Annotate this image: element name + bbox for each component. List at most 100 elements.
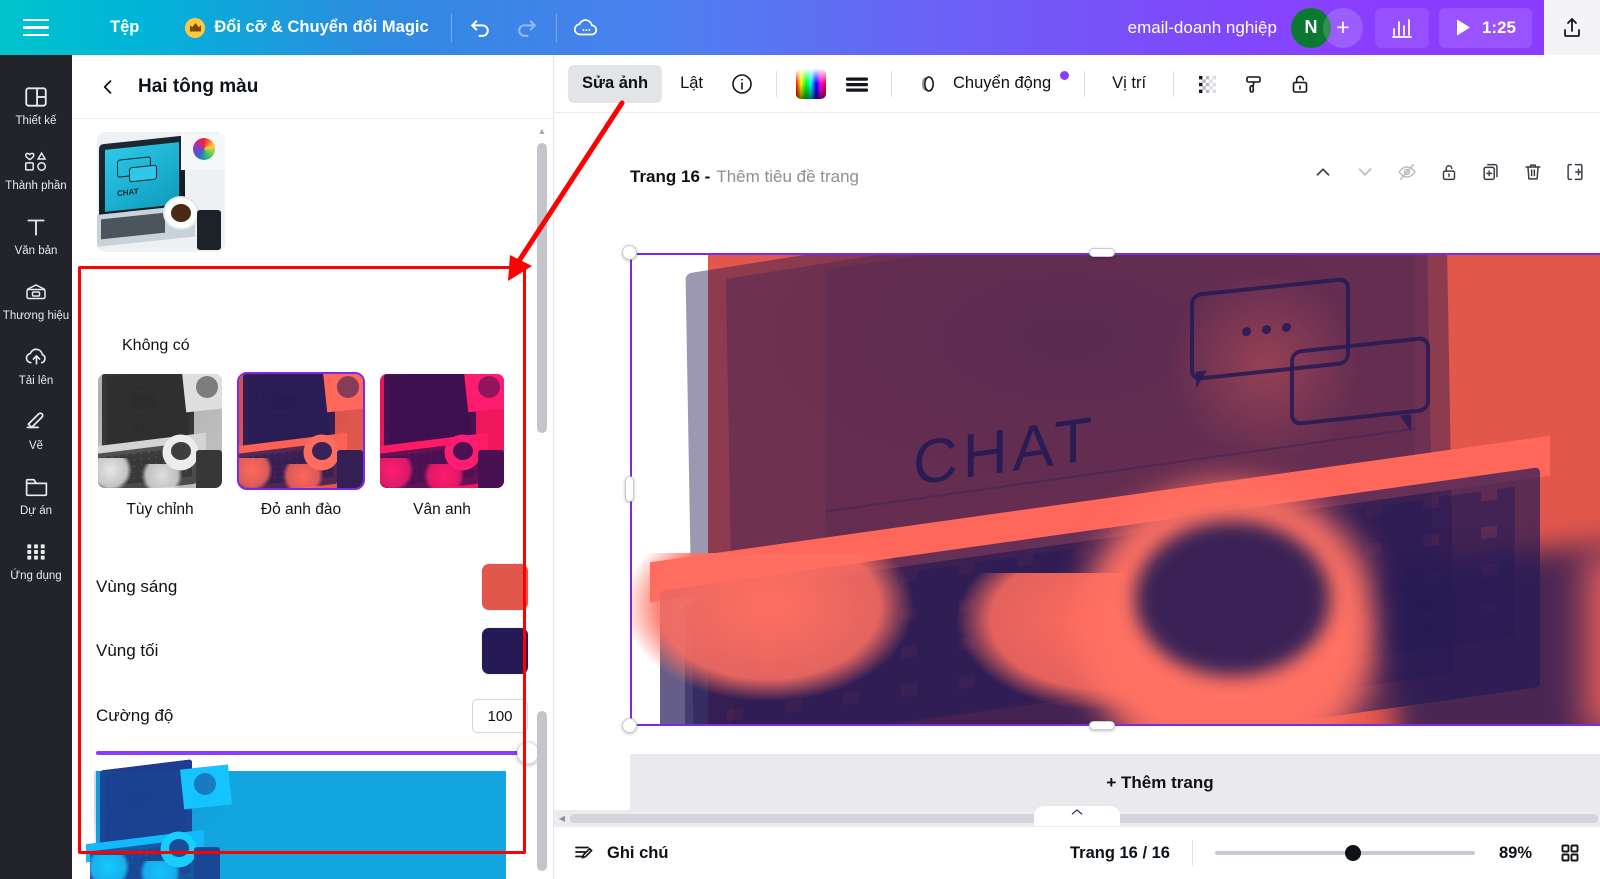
trash-icon[interactable] bbox=[1520, 159, 1546, 185]
highlight-color-swatch[interactable] bbox=[482, 564, 528, 610]
main-area: Sửa ảnh Lật Chuyển động Vị trí Trang 16 … bbox=[554, 55, 1600, 879]
flip-button[interactable]: Lật bbox=[666, 65, 717, 103]
panel-title: Hai tông màu bbox=[138, 75, 259, 97]
intensity-label: Cường độ bbox=[96, 706, 174, 725]
zoom-knob[interactable] bbox=[1344, 845, 1361, 861]
canvas-zone: Trang 16 - Thêm tiêu đề trang CHAT + Thê… bbox=[554, 113, 1600, 826]
sidebar-item-uploads[interactable]: Tải lên bbox=[2, 333, 70, 398]
sidebar-item-label: Thành phần bbox=[5, 180, 67, 192]
divider bbox=[555, 13, 557, 42]
zoom-slider[interactable] bbox=[1214, 843, 1475, 863]
resize-handle-top[interactable] bbox=[1089, 248, 1115, 257]
play-icon bbox=[1456, 19, 1470, 36]
duotone-preset-row: CHAT Tùy chỉnh CHAT Đỏ anh đào CHAT Vân … bbox=[96, 372, 506, 519]
sidebar-item-label: Vẽ bbox=[28, 440, 44, 452]
zoom-level[interactable]: 89% bbox=[1499, 844, 1532, 863]
chevron-left-icon[interactable] bbox=[98, 77, 118, 97]
slider-fill bbox=[96, 751, 528, 755]
info-circle-icon[interactable] bbox=[721, 65, 763, 103]
resize-handle-left[interactable] bbox=[625, 476, 634, 502]
preset-label: Tùy chỉnh bbox=[126, 501, 194, 518]
canva-editor-window: Tệp Đổi cỡ & Chuyển đổi Magic email-doan… bbox=[0, 0, 1600, 879]
scroll-up-icon[interactable]: ▲ bbox=[537, 127, 547, 136]
undo-icon[interactable] bbox=[458, 8, 504, 48]
magic-resize-button[interactable]: Đổi cỡ & Chuyển đổi Magic bbox=[169, 10, 444, 46]
crown-icon bbox=[185, 17, 206, 38]
sidebar-item-design[interactable]: Thiết kế bbox=[2, 73, 70, 138]
divider bbox=[1084, 70, 1086, 97]
animate-label: Chuyển động bbox=[953, 74, 1052, 92]
scroll-left-icon[interactable]: ◀ bbox=[554, 814, 570, 823]
duotone-preset-blue[interactable]: CHAT bbox=[86, 759, 506, 879]
present-button[interactable]: 1:25 bbox=[1438, 7, 1532, 48]
document-title[interactable]: email-doanh nghiệp bbox=[1128, 18, 1291, 38]
add-page-button[interactable]: + Thêm trang bbox=[630, 754, 1600, 812]
sidebar-item-projects[interactable]: Dự án bbox=[2, 463, 70, 528]
paint-roller-icon[interactable] bbox=[1233, 65, 1275, 103]
grid-view-icon[interactable] bbox=[1558, 841, 1582, 865]
scrollbar-thumb-lower[interactable] bbox=[537, 711, 547, 871]
hamburger-icon[interactable] bbox=[0, 0, 72, 55]
analytics-button[interactable] bbox=[1374, 7, 1429, 48]
redo-icon[interactable] bbox=[504, 8, 550, 48]
duotone-more-presets: CHAT CHAT bbox=[86, 759, 506, 879]
chevron-down-icon[interactable] bbox=[1352, 159, 1378, 185]
divider bbox=[1173, 70, 1175, 97]
page-artwork[interactable]: CHAT bbox=[630, 253, 1600, 726]
resize-handle-top-left[interactable] bbox=[622, 245, 637, 260]
sidebar-item-elements[interactable]: Thành phần bbox=[2, 138, 70, 203]
context-toolbar: Sửa ảnh Lật Chuyển động Vị trí bbox=[554, 55, 1600, 113]
duotone-preset-custom[interactable]: CHAT Tùy chỉnh bbox=[96, 372, 224, 519]
folder-icon bbox=[25, 478, 47, 497]
animate-icon bbox=[922, 75, 934, 92]
lock-open-icon[interactable] bbox=[1436, 159, 1462, 185]
brand-card-icon bbox=[26, 284, 46, 300]
intensity-value-input[interactable]: 100 bbox=[472, 699, 528, 733]
edit-image-button[interactable]: Sửa ảnh bbox=[568, 64, 663, 103]
add-collaborator-button[interactable]: + bbox=[1322, 7, 1363, 48]
sidebar-item-brand[interactable]: Thương hiệu bbox=[2, 268, 70, 333]
eye-hidden-icon[interactable] bbox=[1394, 159, 1420, 185]
sidebar-item-label: Thiết kế bbox=[15, 115, 57, 127]
source-image-thumbnail[interactable]: CHAT bbox=[97, 132, 225, 252]
notes-label: Ghi chú bbox=[607, 843, 669, 862]
file-menu-button[interactable]: Tệp bbox=[94, 10, 155, 46]
color-gradient-icon[interactable] bbox=[790, 65, 832, 103]
duotone-preset-orchid[interactable]: CHAT Vân anh bbox=[378, 372, 506, 519]
collapse-panel-button[interactable] bbox=[1034, 806, 1120, 826]
animate-button[interactable]: Chuyển động bbox=[905, 65, 1071, 103]
position-button[interactable]: Vị trí bbox=[1098, 65, 1160, 103]
scrollbar-thumb[interactable] bbox=[537, 143, 547, 433]
lock-open-icon[interactable] bbox=[1279, 65, 1321, 103]
panel-scrollbar[interactable]: ▲ bbox=[537, 127, 547, 871]
add-page-label: + Thêm trang bbox=[1106, 773, 1214, 792]
duplicate-page-icon[interactable] bbox=[1478, 159, 1504, 185]
share-button[interactable] bbox=[1544, 0, 1600, 55]
chevron-up-icon[interactable] bbox=[1310, 159, 1336, 185]
layout-icon bbox=[25, 87, 47, 107]
alignment-lines-icon[interactable] bbox=[836, 65, 878, 103]
sidebar-item-draw[interactable]: Vẽ bbox=[2, 398, 70, 463]
duotone-option-none[interactable]: Không có bbox=[122, 337, 190, 355]
slider-knob[interactable] bbox=[517, 742, 539, 764]
highlight-label: Vùng sáng bbox=[96, 577, 178, 596]
notes-icon bbox=[575, 846, 593, 859]
resize-handle-bottom[interactable] bbox=[1089, 721, 1115, 730]
shadow-color-swatch[interactable] bbox=[482, 628, 528, 674]
sidebar-item-apps[interactable]: Ứng dụng bbox=[2, 528, 70, 593]
duotone-panel: Hai tông màu CHAT Không có CHAT Tùy chỉn… bbox=[72, 55, 554, 879]
page-number-label: Trang 16 - bbox=[630, 167, 711, 186]
page-title-placeholder[interactable]: Thêm tiêu đề trang bbox=[716, 167, 859, 187]
divider bbox=[891, 70, 892, 97]
sidebar-item-text[interactable]: Văn bản bbox=[2, 203, 70, 268]
left-rail: Thiết kế Thành phần Văn bản Thương hiệu … bbox=[0, 55, 72, 879]
notes-button[interactable]: Ghi chú bbox=[572, 841, 668, 865]
resize-handle-bottom-left[interactable] bbox=[622, 718, 637, 733]
cloud-saving-icon[interactable] bbox=[563, 8, 609, 48]
shadow-label: Vùng tối bbox=[96, 641, 159, 660]
transparency-checker-icon[interactable] bbox=[1187, 65, 1229, 103]
status-bar: Ghi chú Trang 16 / 16 89% bbox=[554, 826, 1600, 879]
page-counter: Trang 16 / 16 bbox=[1070, 843, 1170, 862]
duotone-preset-cherry-red[interactable]: CHAT Đỏ anh đào bbox=[237, 372, 365, 519]
add-page-icon[interactable] bbox=[1562, 159, 1588, 185]
